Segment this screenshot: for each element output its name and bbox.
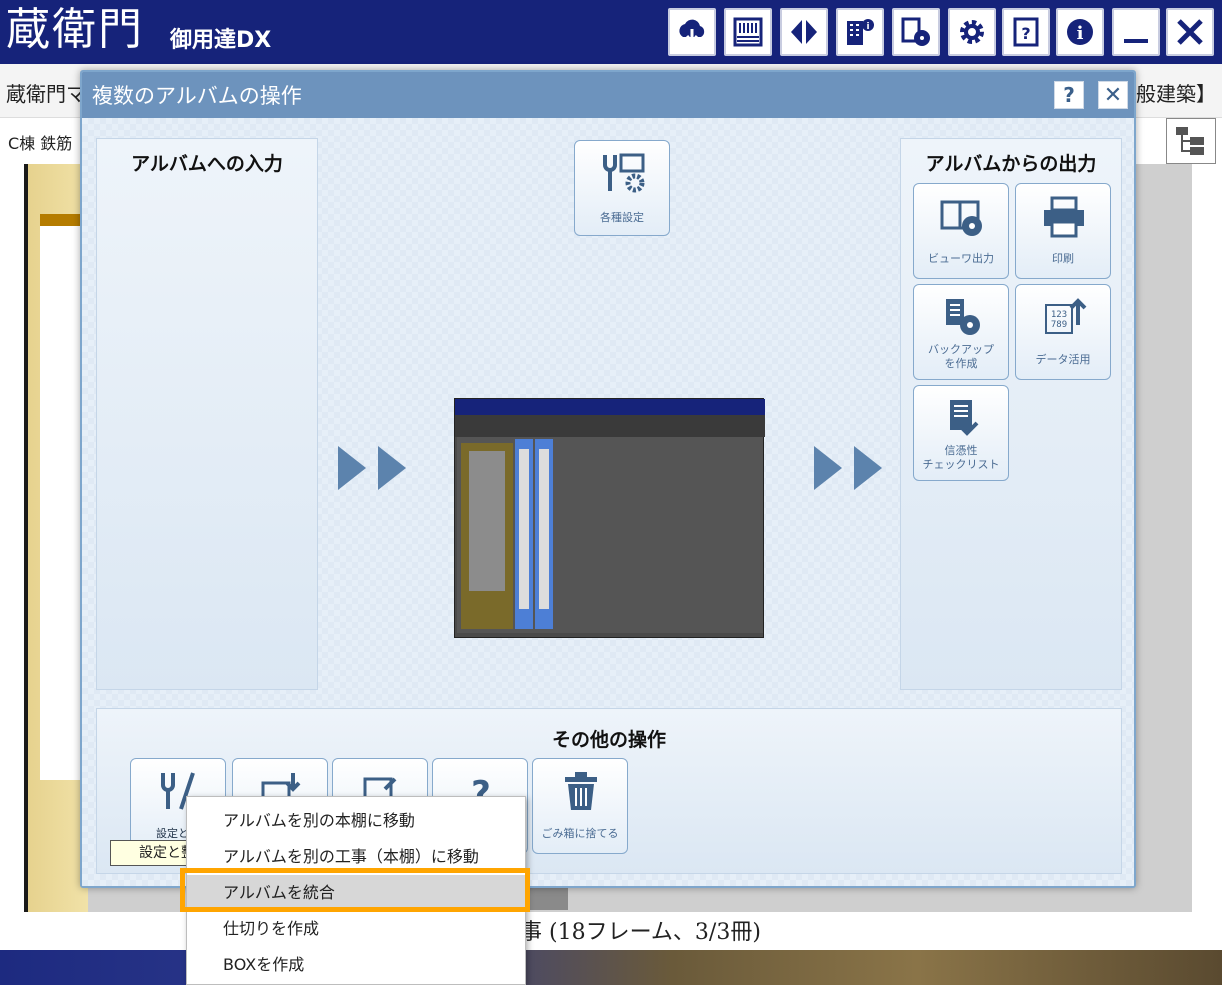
compare-icon <box>791 20 817 44</box>
dialog-titlebar: 複数のアルバムの操作 ? ✕ <box>82 72 1134 118</box>
checklist-button[interactable]: 信憑性 チェックリスト <box>913 385 1009 481</box>
help-book-icon: ? <box>1013 17 1039 47</box>
backup-icon <box>946 299 980 335</box>
tree-icon <box>1176 127 1204 155</box>
compare-button[interactable] <box>780 8 828 56</box>
tooltip: 設定と整 <box>110 840 190 866</box>
dialog-help-button[interactable]: ? <box>1054 81 1084 109</box>
tools-settings-icon <box>603 153 645 193</box>
building-info-icon: i <box>847 19 874 45</box>
disk-output-icon <box>901 17 930 46</box>
minimize-button[interactable] <box>1112 8 1160 56</box>
printer-icon <box>1044 196 1084 238</box>
album-output-panel: アルバムからの出力 ビューワ出力 印刷 バックアップ を作成 123 789 デー… <box>900 138 1122 690</box>
selection-highlight <box>180 868 530 912</box>
multi-album-dialog: 複数のアルバムの操作 ? ✕ アルバムへの入力 各種設定 アルバムからの出力 ビ… <box>80 70 1136 888</box>
data-export-icon: 123789 <box>1045 298 1087 334</box>
album-output-title: アルバムからの出力 <box>925 153 1097 175</box>
svg-text:?: ? <box>1021 24 1030 43</box>
trash-icon <box>565 772 597 810</box>
print-button[interactable]: 印刷 <box>1015 183 1111 279</box>
viewer-output-icon <box>940 200 982 236</box>
backup-button[interactable]: バックアップ を作成 <box>913 284 1009 380</box>
dialog-close-button[interactable]: ✕ <box>1098 81 1128 109</box>
gear-icon <box>960 20 984 44</box>
shelf-button[interactable] <box>724 8 772 56</box>
help-book-button[interactable]: ? <box>1002 8 1050 56</box>
backup-label: バックアップ を作成 <box>928 343 994 370</box>
viewer-output-button[interactable]: ビューワ出力 <box>913 183 1009 279</box>
cloud-download-button[interactable] <box>668 8 716 56</box>
breadcrumb: C棟 鉄筋 <box>8 134 73 153</box>
shelf-icon <box>733 17 763 47</box>
info-button[interactable]: i <box>1056 8 1104 56</box>
menu-item-create-box[interactable]: BOXを作成 <box>187 947 525 983</box>
tree-view-button[interactable] <box>1166 118 1216 164</box>
album-input-title: アルバムへの入力 <box>131 153 283 175</box>
app-logo: 蔵衛門 <box>6 4 144 55</box>
print-label: 印刷 <box>1052 252 1074 265</box>
svg-text:123: 123 <box>1051 310 1067 320</box>
app-close-button[interactable] <box>1166 8 1214 56</box>
trash-label: ごみ箱に捨てる <box>541 827 619 840</box>
viewer-output-label: ビューワ出力 <box>928 252 994 265</box>
bottom-banner <box>0 950 1222 985</box>
arrow-right-icon <box>814 446 842 490</box>
app-category-label: 般建築】 <box>1136 82 1216 106</box>
settings-options-label: 各種設定 <box>600 211 644 224</box>
preview-thumbnail <box>454 398 765 638</box>
settings-button[interactable] <box>948 8 996 56</box>
status-text: 事 (18フレーム、3/3冊) <box>520 920 761 945</box>
arrow-right-icon <box>854 446 882 490</box>
svg-text:i: i <box>866 22 869 32</box>
menu-item-create-divider[interactable]: 仕切りを作成 <box>187 911 525 947</box>
arrow-right-icon <box>378 446 406 490</box>
menu-item-move-to-shelf[interactable]: アルバムを別の本棚に移動 <box>187 803 525 839</box>
svg-text:789: 789 <box>1051 320 1067 330</box>
disk-output-button[interactable] <box>892 8 940 56</box>
close-icon <box>1177 19 1203 45</box>
preview-image <box>455 399 765 633</box>
album-input-panel: アルバムへの入力 <box>96 138 318 690</box>
data-export-label: データ活用 <box>1035 353 1091 366</box>
info-icon: i <box>1067 19 1093 45</box>
album-spine-label <box>40 214 82 780</box>
cloud-download-icon <box>679 19 705 45</box>
app-logo-subtitle: 御用達DX <box>170 28 272 53</box>
svg-text:i: i <box>1077 23 1084 44</box>
settings-options-button[interactable]: 各種設定 <box>574 140 670 236</box>
checklist-icon <box>950 400 979 436</box>
minimize-icon <box>1124 39 1148 43</box>
other-operations-title: その他の操作 <box>551 729 666 751</box>
dialog-title: 複数のアルバムの操作 <box>92 84 302 108</box>
building-info-button[interactable]: i <box>836 8 884 56</box>
trash-button[interactable]: ごみ箱に捨てる <box>532 758 628 854</box>
checklist-label: 信憑性 チェックリスト <box>922 444 1000 471</box>
data-export-button[interactable]: 123 789 データ活用 <box>1015 284 1111 380</box>
arrow-right-icon <box>338 446 366 490</box>
app-header: 蔵衛門 御用達DX i ? i <box>0 0 1222 64</box>
dialog-body: アルバムへの入力 各種設定 アルバムからの出力 ビューワ出力 印刷 バックアップ… <box>82 118 1134 886</box>
app-page-title: 蔵衛門マ <box>6 82 86 106</box>
